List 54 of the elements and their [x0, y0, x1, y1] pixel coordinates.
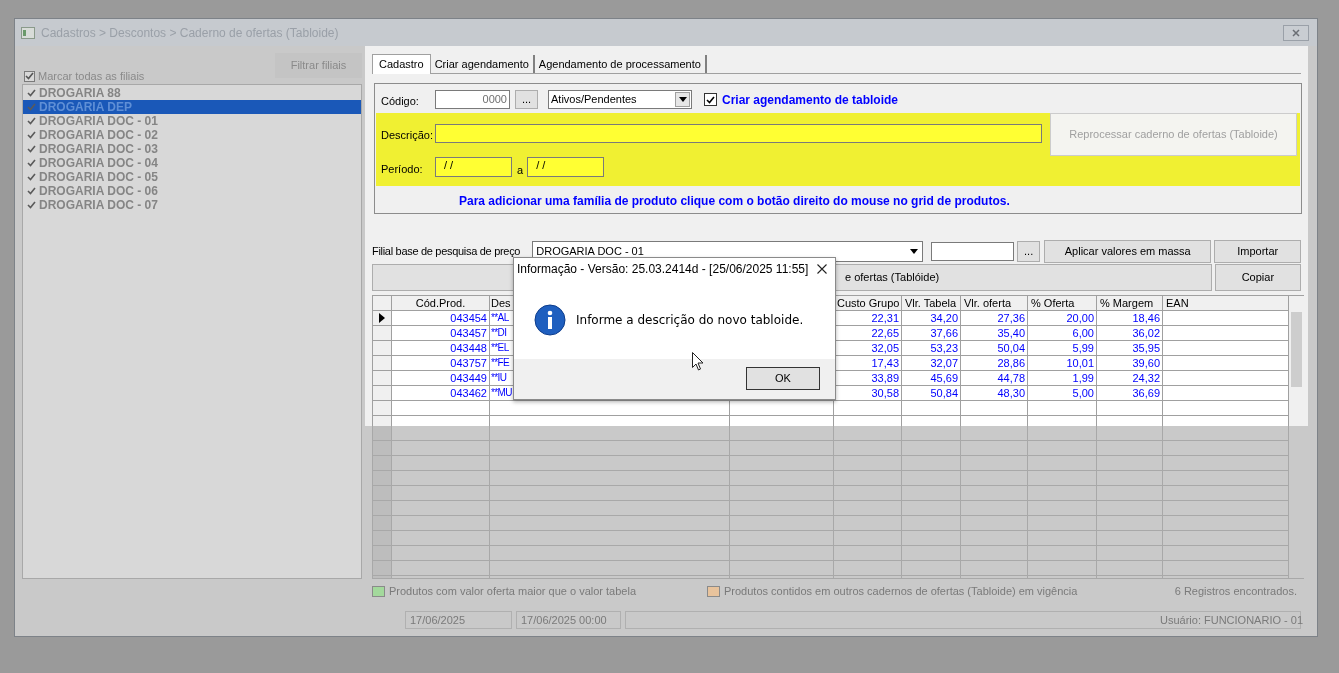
branch-label: DROGARIA DOC - 01 [39, 113, 158, 130]
table-cell: 043448 [392, 341, 490, 356]
field-label: Descrição: [381, 128, 434, 143]
table-cell: 043462 [392, 386, 490, 401]
branch-label: DROGARIA DOC - 03 [39, 141, 158, 158]
table-cell: 043757 [392, 356, 490, 371]
table-cell: 48,30 [961, 386, 1028, 401]
table-cell: 5,99 [1028, 341, 1097, 356]
table-cell: 53,23 [902, 341, 961, 356]
table-cell: 35,40 [961, 326, 1028, 341]
select-all-label: Marcar todas as filiais [38, 69, 145, 84]
table-cell: 24,32 [1097, 371, 1163, 386]
range-separator: a [517, 162, 524, 178]
table-cell: 34,20 [902, 311, 961, 326]
branch-label: DROGARIA DOC - 02 [39, 127, 158, 144]
table-cell: 50,84 [902, 386, 961, 401]
dialog-title: Informação - Versão: 25.03.2414d - [25/06/2025 11:55] [517, 261, 809, 278]
legend-label: Produtos contidos em outros cadernos de ofertas (Tabloide) em vigência [724, 583, 1078, 599]
hint-text: Para adicionar uma família de produto clique com o botão direito do mouse no grid de produtos. [459, 193, 1011, 210]
table-cell: 28,86 [961, 356, 1028, 371]
table-cell: 44,78 [961, 371, 1028, 386]
table-cell: 043454 [392, 311, 490, 326]
table-cell: 18,46 [1097, 311, 1163, 326]
status-user: Usuário: FUNCIONARIO - 01 [1160, 613, 1304, 628]
table-cell: 32,07 [902, 356, 961, 371]
record-count: 6 Registros encontrados. [1174, 583, 1297, 599]
table-cell: 50,04 [961, 341, 1028, 356]
table-cell: 27,36 [961, 311, 1028, 326]
table-cell: 1,99 [1028, 371, 1097, 386]
checkbox-label: Criar agendamento de tabloide [722, 91, 899, 109]
field-label: Período: [381, 161, 424, 177]
table-cell: 6,00 [1028, 326, 1097, 341]
branch-label: DROGARIA DOC - 07 [39, 197, 158, 214]
table-cell: 043449 [392, 371, 490, 386]
table-cell: 20,00 [1028, 311, 1097, 326]
table-cell: 36,69 [1097, 386, 1163, 401]
field-label: Filial base de pesquisa de preço [372, 244, 522, 260]
table-cell: 043457 [392, 326, 490, 341]
field-label: Código: [381, 94, 420, 110]
status-date: 17/06/2025 [405, 611, 512, 629]
table-cell: 35,95 [1097, 341, 1163, 356]
table-cell: 45,69 [902, 371, 961, 386]
branch-label: DROGARIA DOC - 05 [39, 169, 158, 186]
branch-label: DROGARIA DOC - 04 [39, 155, 158, 172]
legend-label: Produtos com valor oferta maior que o valor tabela [389, 583, 638, 599]
table-cell: 37,66 [902, 326, 961, 341]
table-cell: 10,01 [1028, 356, 1097, 371]
status-datetime: 17/06/2025 00:00 [516, 611, 621, 629]
branch-label: DROGARIA DOC - 06 [39, 183, 158, 200]
table-cell: 5,00 [1028, 386, 1097, 401]
table-cell: 36,02 [1097, 326, 1163, 341]
branch-label: DROGARIA DEP [39, 99, 132, 116]
table-cell: 39,60 [1097, 356, 1163, 371]
branch-label: DROGARIA 88 [39, 85, 121, 102]
